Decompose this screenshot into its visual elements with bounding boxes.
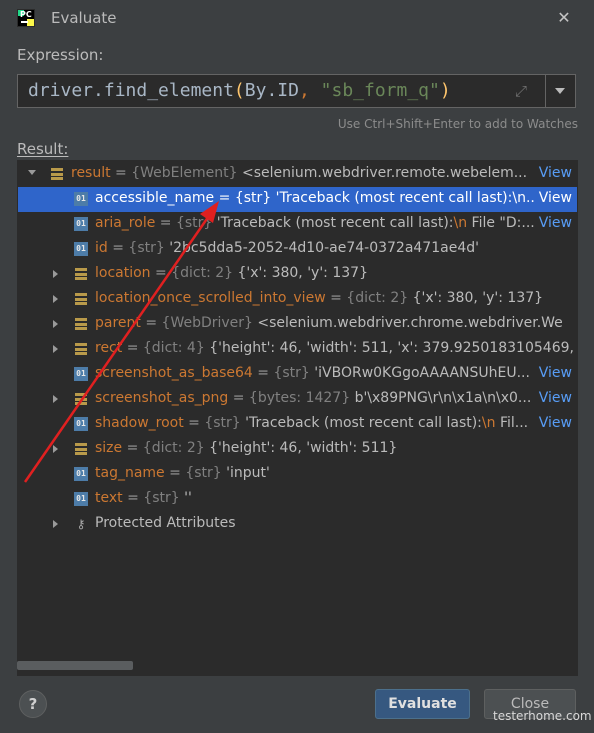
evaluate-button[interactable]: Evaluate: [375, 689, 470, 719]
watermark: testerhome.com: [493, 709, 592, 723]
annotation-arrow: [23, 201, 219, 483]
help-button[interactable]: ?: [19, 690, 47, 718]
